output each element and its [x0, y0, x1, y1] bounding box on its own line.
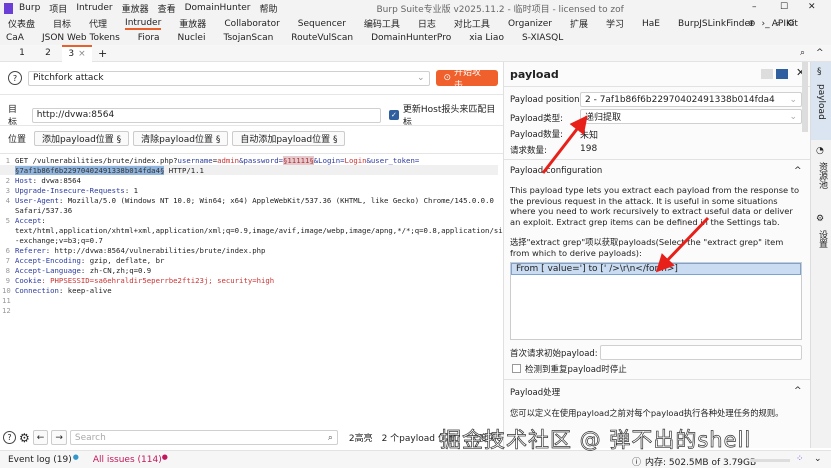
arrow-to-payload-type — [541, 115, 588, 174]
watermark: 掘金技术社区 @ 弹不出的shell — [440, 428, 752, 453]
arrow-to-grep-item — [655, 216, 710, 273]
annotation-arrows — [541, 115, 710, 273]
